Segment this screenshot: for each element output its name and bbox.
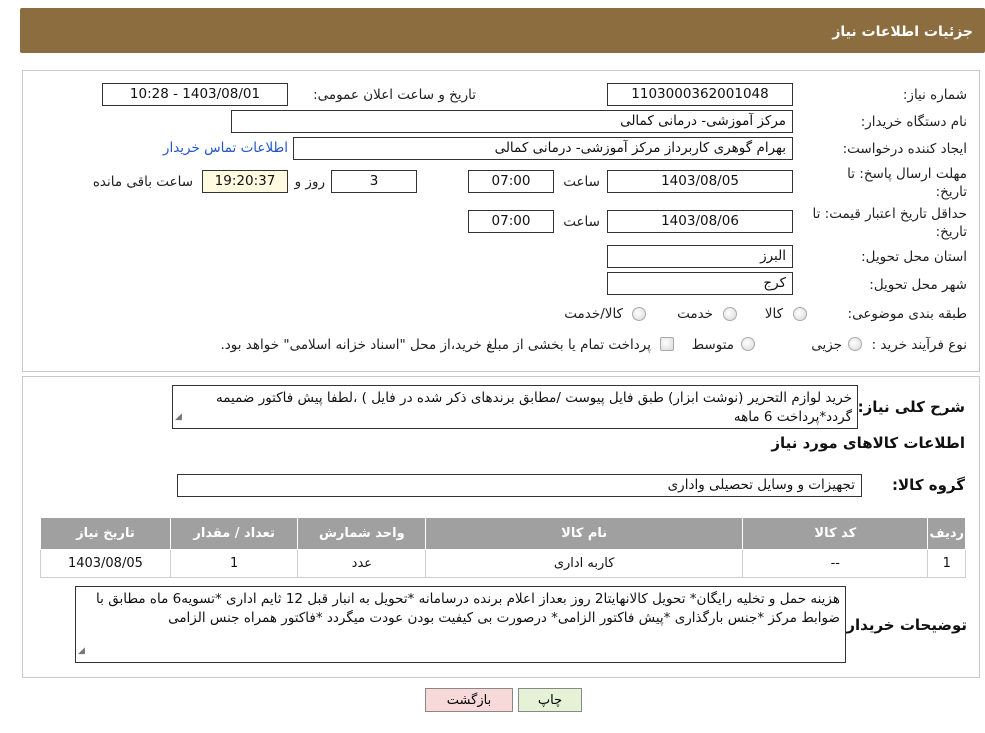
cell-need-date: 1403/08/05 <box>40 549 171 578</box>
deadline-date-field: 1403/08/05 <box>607 170 793 193</box>
page-header: جزئیات اطلاعات نیاز <box>20 8 985 53</box>
goods-group-label: گروه کالا: <box>892 476 965 494</box>
col-goods-code: کد کالا <box>742 517 929 550</box>
deadline-time-field: 07:00 <box>468 170 554 193</box>
remaining-label: ساعت باقی مانده <box>92 174 193 190</box>
buyer-contact-link[interactable]: اطلاعات تماس خریدار <box>163 140 288 156</box>
category-goods-label: کالا <box>764 306 783 322</box>
province-field: البرز <box>607 245 793 268</box>
description-text: خرید لوازم التحریر (نوشت ابزار) طبق فایل… <box>216 390 852 425</box>
province-label: استان محل تحویل: <box>861 249 967 265</box>
days-remaining-field: 3 <box>331 170 417 193</box>
print-button[interactable]: چاپ <box>518 688 582 712</box>
goods-group-field: تجهیزات و وسایل تحصیلی واداری <box>177 474 862 497</box>
need-number-label: شماره نیاز: <box>902 87 967 103</box>
category-label: طبقه بندی موضوعی: <box>847 306 967 322</box>
announce-label: تاریخ و ساعت اعلان عمومی: <box>313 87 476 103</box>
resize-grip-icon[interactable]: ◢ <box>78 642 85 661</box>
table-header-row: ردیف کد کالا نام کالا واحد شمارش تعداد /… <box>40 517 966 550</box>
creator-label: ایجاد کننده درخواست: <box>842 141 967 157</box>
col-unit: واحد شمارش <box>297 517 427 550</box>
validity-label-2: تاریخ: <box>935 224 967 240</box>
creator-field: بهرام گوهری کاربرداز مرکز آموزشی- درمانی… <box>293 137 793 160</box>
validity-time-label: ساعت <box>563 214 600 230</box>
buyer-notes-text: هزینه حمل و تخلیه رایگان* تحویل کالانهای… <box>96 591 840 626</box>
treasury-checkbox[interactable] <box>660 337 674 351</box>
city-label: شهر محل تحویل: <box>869 277 967 293</box>
purchase-medium-radio[interactable] <box>741 337 755 351</box>
validity-label: حداقل تاریخ اعتبار قیمت: تا <box>812 206 967 222</box>
buyer-org-label: نام دستگاه خریدار: <box>860 114 967 130</box>
validity-date-field: 1403/08/06 <box>607 210 793 233</box>
cell-quantity: 1 <box>169 549 299 578</box>
deadline-time-label: ساعت <box>563 174 600 190</box>
col-quantity: تعداد / مقدار <box>169 517 299 550</box>
category-both-label: کالا/خدمت <box>564 306 623 322</box>
page-title: جزئیات اطلاعات نیاز <box>832 24 973 40</box>
goods-table: ردیف کد کالا نام کالا واحد شمارش تعداد /… <box>40 517 966 578</box>
goods-info-title: اطلاعات کالاهای مورد نیاز <box>771 434 965 452</box>
days-label: روز و <box>294 174 325 190</box>
buyer-org-field: مرکز آموزشی- درمانی کمالی <box>231 110 793 133</box>
validity-time-field: 07:00 <box>468 210 554 233</box>
category-service-label: خدمت <box>677 306 713 322</box>
description-label: شرح کلی نیاز: <box>857 398 965 416</box>
deadline-label-2: تاریخ: <box>935 184 967 200</box>
col-row-number: ردیف <box>927 517 966 550</box>
city-field: کرج <box>607 272 793 295</box>
category-goods-radio[interactable] <box>793 307 807 321</box>
remaining-time-field: 19:20:37 <box>202 170 288 193</box>
purchase-medium-label: متوسط <box>691 337 734 353</box>
cell-goods-code: -- <box>742 549 929 578</box>
purchase-type-label: نوع فرآیند خرید : <box>871 337 967 353</box>
category-service-radio[interactable] <box>723 307 737 321</box>
category-both-radio[interactable] <box>632 307 646 321</box>
table-row: 1 -- کاربه اداری عدد 1 1403/08/05 <box>40 549 966 578</box>
description-textarea: خرید لوازم التحریر (نوشت ابزار) طبق فایل… <box>172 385 858 429</box>
payment-note: پرداخت تمام یا بخشی از مبلغ خرید،از محل … <box>220 337 651 353</box>
buyer-notes-label: توضیحات خریدار: <box>840 616 967 634</box>
deadline-label: مهلت ارسال پاسخ: تا <box>847 166 967 182</box>
buyer-notes-textarea: هزینه حمل و تخلیه رایگان* تحویل کالانهای… <box>75 586 846 663</box>
back-button[interactable]: بازگشت <box>425 688 513 712</box>
cell-row-number: 1 <box>927 549 966 578</box>
cell-goods-name: کاربه اداری <box>425 549 744 578</box>
cell-unit: عدد <box>297 549 427 578</box>
col-goods-name: نام کالا <box>425 517 744 550</box>
resize-grip-icon[interactable]: ◢ <box>175 408 182 427</box>
col-need-date: تاریخ نیاز <box>40 517 171 550</box>
purchase-minor-label: جزیی <box>811 337 842 353</box>
announce-field: 1403/08/01 - 10:28 <box>102 83 288 106</box>
need-number-field: 1103000362001048 <box>607 83 793 106</box>
purchase-minor-radio[interactable] <box>848 337 862 351</box>
